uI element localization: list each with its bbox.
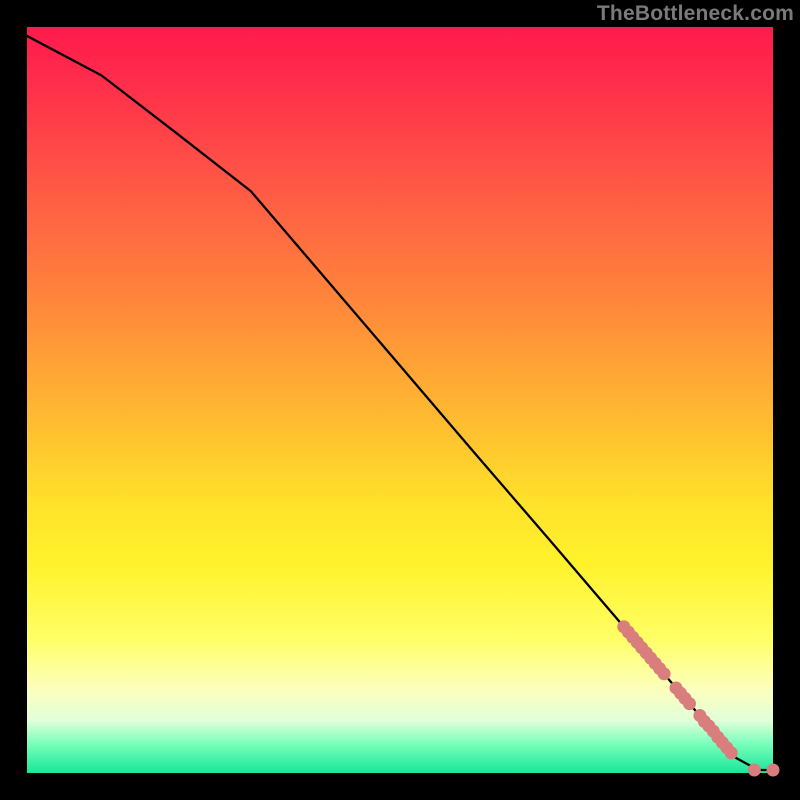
- watermark-text: TheBottleneck.com: [597, 2, 794, 26]
- chart-stage: { "watermark": "TheBottleneck.com", "cha…: [0, 0, 800, 800]
- gradient-plot-area: [27, 27, 773, 773]
